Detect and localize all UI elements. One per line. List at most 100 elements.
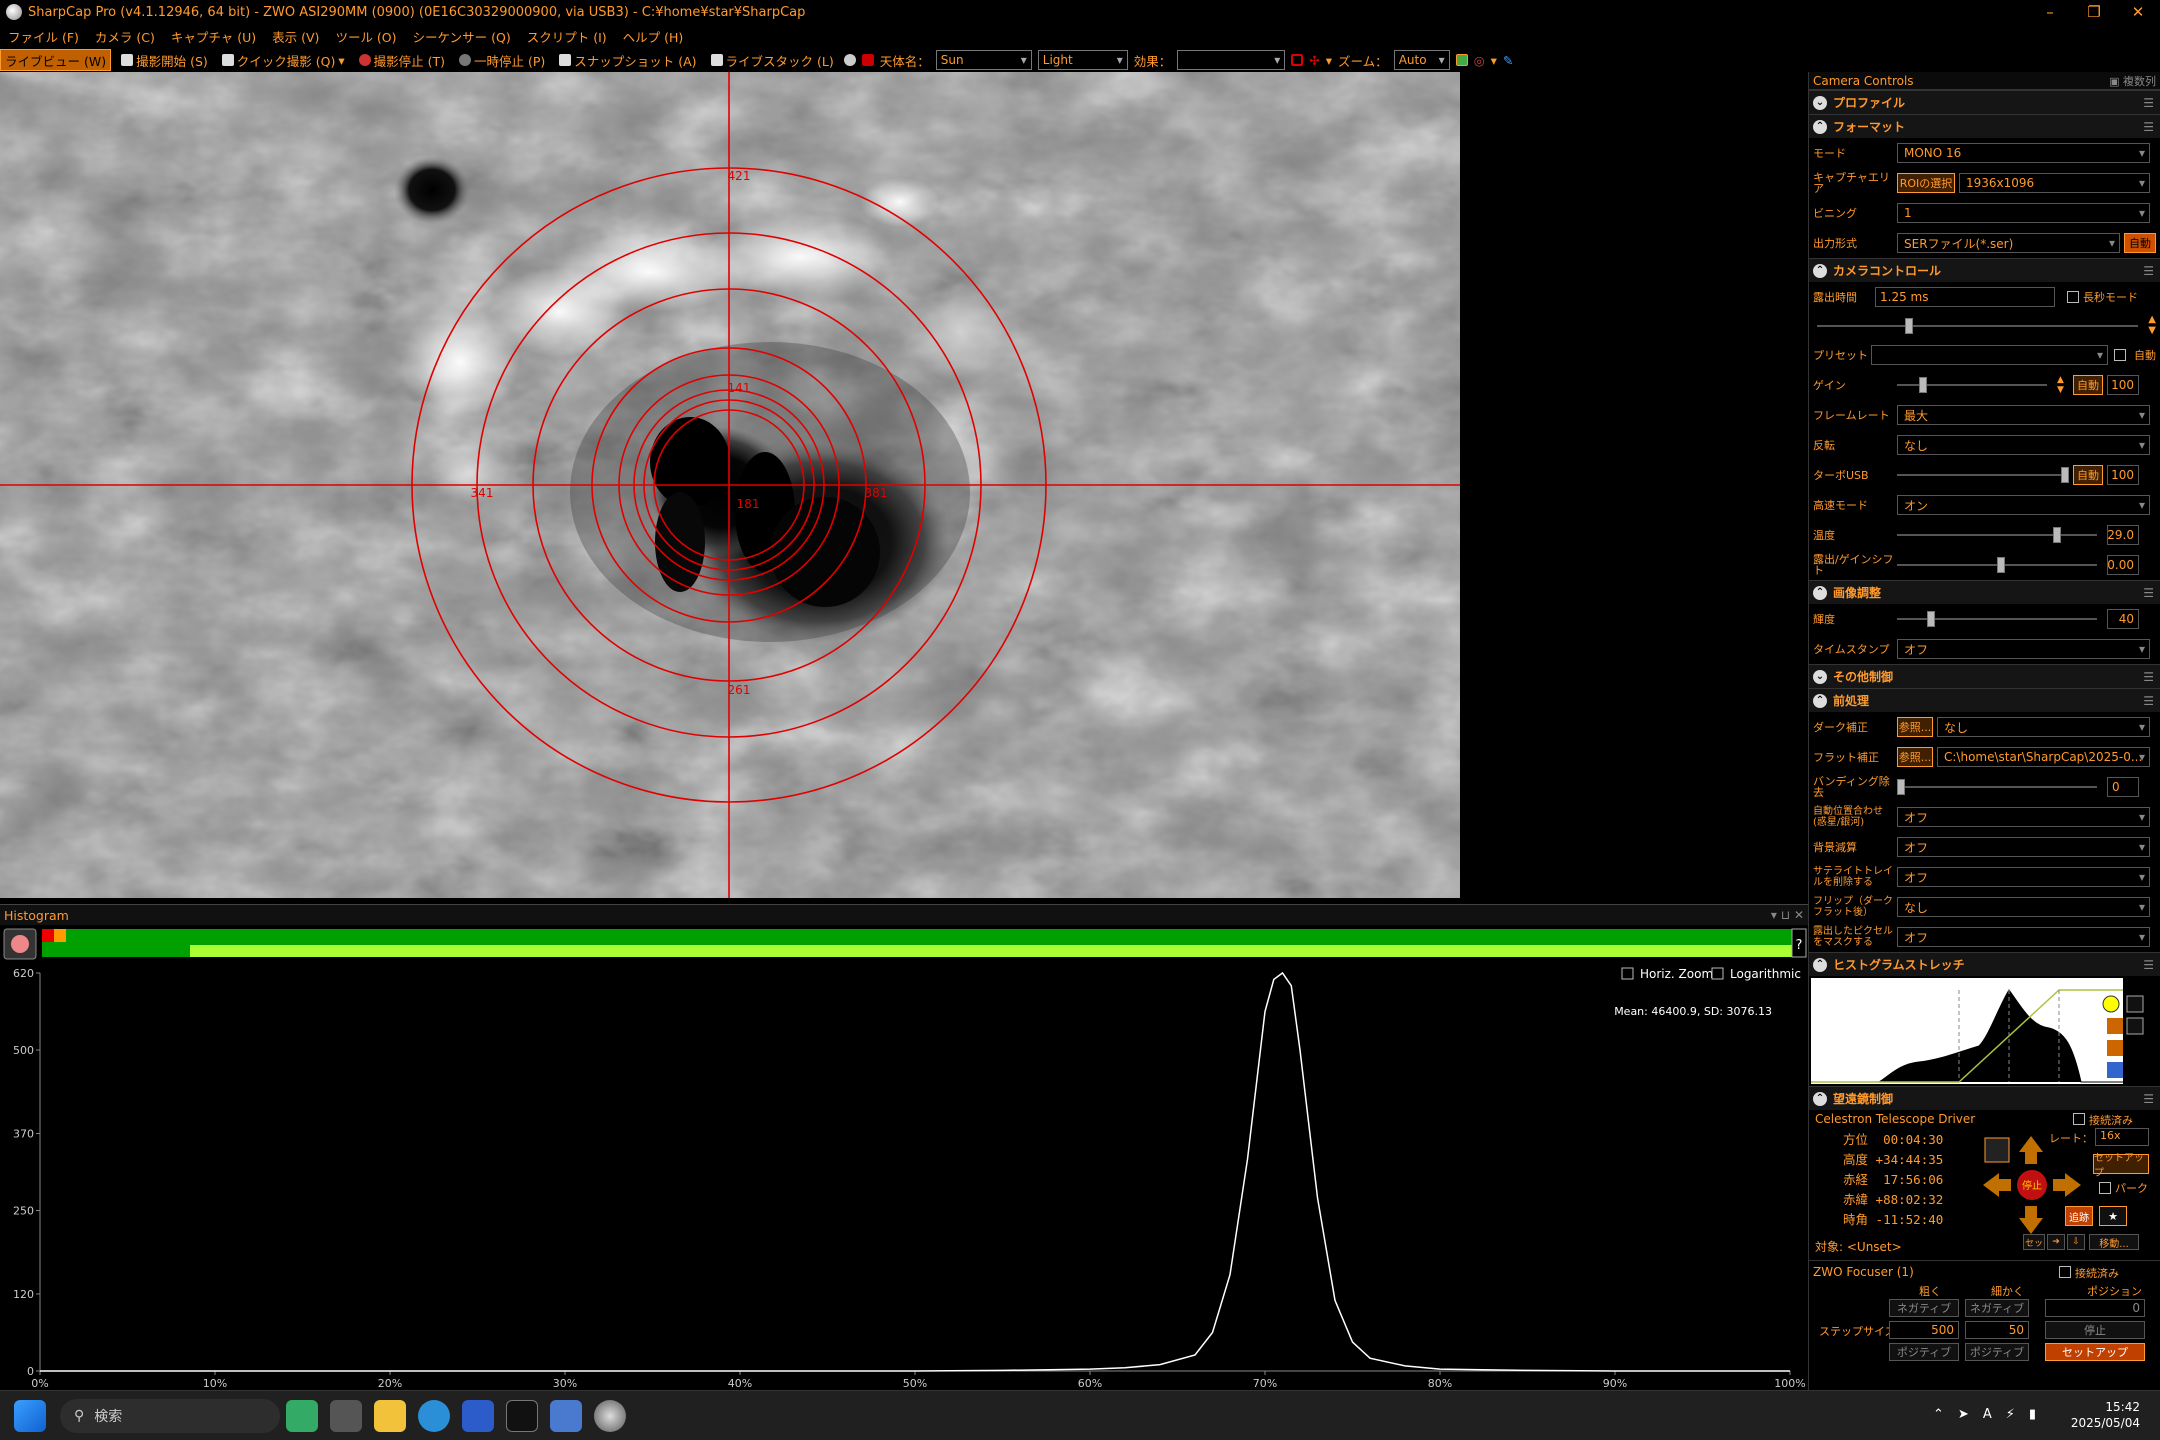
roi-select-button[interactable]: ROIの選択 [1897,173,1955,193]
menu-tools[interactable]: ツール (O) [327,27,404,46]
menu-view[interactable]: 表示 (V) [264,27,327,46]
focuser-connected-checkbox[interactable] [2059,1266,2071,1278]
windows-start-icon[interactable] [14,1399,46,1432]
flat-browse-button[interactable]: 参照... [1897,747,1933,767]
track-button[interactable]: 追跡 [2065,1206,2093,1226]
quick-capture-button[interactable]: クイック撮影 (Q) ▾ [218,49,349,71]
menu-icon[interactable]: ☰ [2143,1092,2154,1106]
terminal-icon[interactable] [506,1399,538,1432]
dark-browse-button[interactable]: 参照... [1897,717,1933,737]
frame-type-select[interactable]: Light [1037,50,1128,70]
menu-camera[interactable]: カメラ (C) [87,27,163,46]
gain-auto-button[interactable]: 自動 [2073,375,2103,395]
histogram-selected-range[interactable] [190,945,1794,957]
rate-select[interactable]: 16x [2095,1128,2149,1146]
logarithmic-checkbox[interactable] [1711,967,1724,980]
menu-icon[interactable]: ☰ [2143,670,2154,684]
roi-icon[interactable] [1291,54,1304,66]
menu-icon[interactable]: ☰ [2143,694,2154,708]
taskbar-search[interactable]: ⚲ 検索 [60,1398,280,1433]
menu-icon[interactable]: ☰ [2143,264,2154,278]
store-icon[interactable] [462,1399,494,1432]
minimize-button[interactable]: – [2028,3,2072,21]
move-button[interactable]: 移動... [2089,1234,2139,1250]
zoom-select[interactable]: Auto [1393,50,1450,70]
banding-value-box[interactable]: 0 [2107,777,2139,797]
menu-sequencer[interactable]: シーケンサー (Q) [405,27,519,46]
widgets-icon[interactable] [286,1399,318,1432]
effect-select[interactable] [1177,50,1286,70]
timestamp-select[interactable]: オフ [1897,639,2150,659]
moon-icon[interactable] [843,54,856,66]
output-select[interactable]: SERファイル(*.ser) [1897,233,2120,253]
lock-icon[interactable] [2126,1017,2144,1035]
exposure-slider-thumb[interactable] [1905,318,1913,334]
system-tray-icons[interactable]: ⌃➤A⚡▮ [1933,1407,2050,1422]
flat-select[interactable]: C:\home\star\SharpCap\2025-0... [1937,747,2150,767]
set-button[interactable]: セッ [2023,1234,2045,1250]
satellite-select[interactable]: オフ [1897,867,2150,887]
menu-scripting[interactable]: スクリプト (I) [519,27,615,46]
maximize-button[interactable]: ❐ [2072,3,2116,21]
menu-icon[interactable]: ☰ [2143,120,2154,134]
gain-slider-thumb[interactable] [1919,377,1927,393]
favorite-star-icon[interactable]: ★ [2099,1206,2127,1226]
reset-icon[interactable] [2107,1040,2123,1056]
menu-icon[interactable]: ☰ [2143,958,2154,972]
focuser-stop-button[interactable]: 停止 [2045,1321,2145,1339]
flip-select[interactable]: なし [1897,435,2150,455]
preset-auto-checkbox[interactable] [2114,349,2126,361]
snapshot-button[interactable]: スナップショット (A) [555,49,700,71]
stretch-graph[interactable] [1809,976,2160,1086]
section-format[interactable]: ⌃ フォーマット ☰ [1809,114,2160,138]
exposure-slider-track[interactable] [1817,325,2138,327]
dark-select[interactable]: なし [1937,717,2150,737]
section-image-adjust[interactable]: ⌃ 画像調整 ☰ [1809,580,2160,604]
menu-capture[interactable]: キャプチャ (U) [163,27,264,46]
binning-select[interactable]: 1 [1897,203,2150,223]
stop-capture-button[interactable]: 撮影停止 (T) [355,49,449,71]
telescope-setup-button[interactable]: セットアップ [2093,1153,2149,1179]
start-capture-button[interactable]: 撮影開始 (S) [117,49,212,71]
gain-spin-icon[interactable]: ▲ ▼ [2057,375,2064,395]
banding-slider-thumb[interactable] [1897,779,1905,795]
lightning-icon[interactable] [2107,1018,2123,1034]
section-misc[interactable]: ⌄ その他制御 ☰ [1809,664,2160,688]
bg-subtract-select[interactable]: オフ [1897,837,2150,857]
arrow-west-button[interactable] [1983,1173,2011,1197]
taskbar-clock[interactable]: 15:42 2025/05/04 [2071,1399,2140,1431]
task-view-icon[interactable] [330,1399,362,1432]
turbo-auto-button[interactable]: 自動 [2073,465,2103,485]
chevron-down-icon[interactable]: ▾ [338,53,344,68]
fine-step-input[interactable]: 50 [1965,1321,2029,1339]
chevron-down-icon[interactable]: ▾ [1326,53,1332,68]
goto-icon[interactable]: ➔ [2047,1234,2065,1250]
brightness-slider-thumb[interactable] [1927,611,1935,627]
brightness-value-box[interactable]: 40 [2107,609,2139,629]
section-preprocess[interactable]: ⌃ 前処理 ☰ [1809,688,2160,712]
live-stack-button[interactable]: ライブスタック (L) [707,49,838,71]
exp-gain-value-box[interactable]: 0.00 [2107,555,2139,575]
framerate-select[interactable]: 最大 [1897,405,2150,425]
telescope-connected-checkbox[interactable] [2073,1113,2085,1125]
coarse-negative-button[interactable]: ネガティブ [1889,1299,1959,1317]
info-icon[interactable] [2102,995,2120,1013]
turbo-slider-thumb[interactable] [2061,467,2069,483]
sharpcap-taskbar-icon[interactable] [594,1399,626,1432]
fine-positive-button[interactable]: ポジティブ [1965,1343,2029,1361]
reticle-icon[interactable] [861,54,874,66]
chevron-down-icon[interactable]: ▾ [1491,53,1497,68]
flip-dark-select[interactable]: なし [1897,897,2150,917]
histogram-range-bar[interactable]: ? [0,927,1808,961]
speed-mode-select[interactable]: オン [1897,495,2150,515]
section-telescope[interactable]: ⌃ 望遠鏡制御 ☰ [1809,1086,2160,1110]
contrast-icon[interactable] [2126,995,2144,1013]
save-icon[interactable] [2107,1062,2123,1078]
menu-file[interactable]: ファイル (F) [0,27,87,46]
exposure-spin-icon[interactable]: ▲ ▼ [2148,314,2156,336]
close-button[interactable]: ✕ [2116,3,2160,21]
auto-align-select[interactable]: オフ [1897,807,2150,827]
turbo-value-box[interactable]: 100 [2107,465,2139,485]
banding-slider-track[interactable] [1897,786,2097,788]
section-profile[interactable]: ⌄ プロファイル ☰ [1809,90,2160,114]
